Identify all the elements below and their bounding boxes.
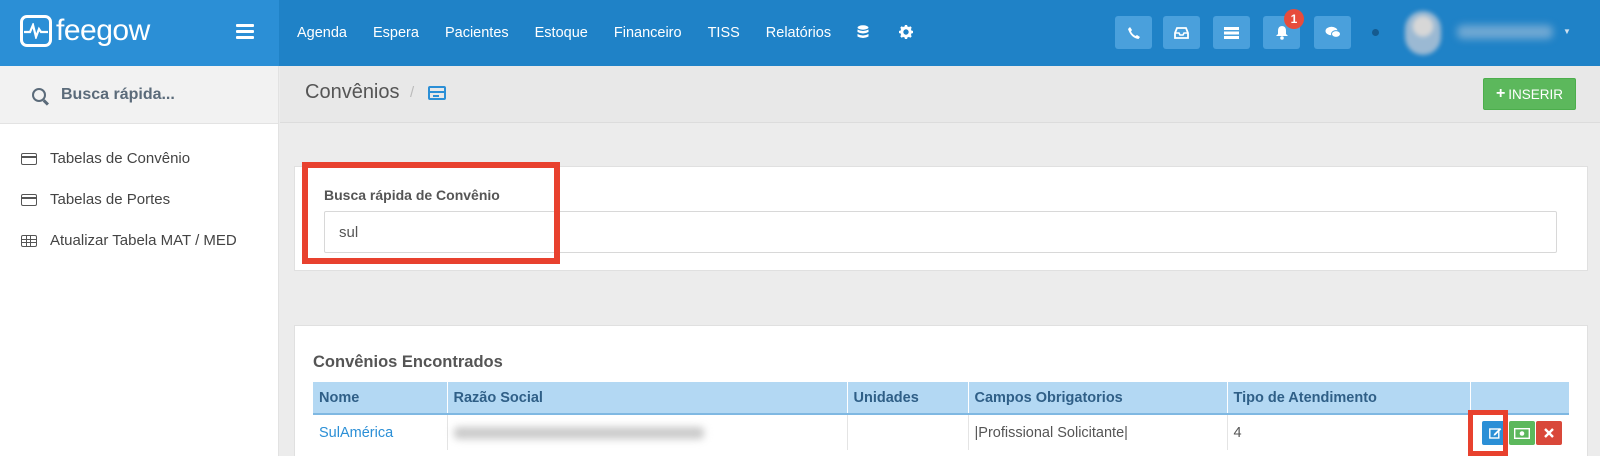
notifications-button[interactable]: 1	[1263, 9, 1304, 49]
page-header: Convênios /	[280, 66, 1600, 123]
main-nav: Agenda Espera Pacientes Estoque Financei…	[297, 0, 943, 66]
list-button[interactable]	[1213, 16, 1250, 49]
chevron-down-icon: ▼	[1563, 27, 1571, 36]
breadcrumb-separator: /	[410, 84, 415, 101]
highlight-box	[1468, 410, 1508, 456]
credit-card-icon	[428, 86, 446, 100]
money-icon	[1513, 427, 1531, 439]
sidebar-item-atualizar-tabela[interactable]: Atualizar Tabela MAT / MED	[21, 232, 237, 249]
unidades-cell	[846, 414, 968, 450]
tipo-cell: 4	[1226, 414, 1470, 450]
column-header-tipo: Tipo de Atendimento	[1226, 382, 1470, 415]
nav-financeiro[interactable]: Financeiro	[614, 25, 682, 41]
logo-text: feegow	[56, 14, 150, 47]
status-dot	[1372, 29, 1379, 36]
search-icon	[32, 87, 46, 102]
credit-card-icon	[21, 193, 37, 206]
column-header-razao-social: Razão Social	[446, 382, 847, 415]
inbox-icon	[1174, 26, 1189, 39]
bell-icon	[1275, 26, 1288, 40]
nav-estoque[interactable]: Estoque	[535, 25, 588, 41]
plus-icon: +	[1495, 85, 1506, 102]
results-table: Nome Razão Social Unidades Campos Obriga…	[313, 382, 1569, 450]
avatar	[1405, 11, 1441, 55]
brand-area: feegow	[0, 0, 279, 66]
credit-card-icon	[21, 152, 37, 165]
chat-button[interactable]	[1314, 16, 1351, 49]
campos-cell: |Profissional Solicitante|	[967, 414, 1227, 450]
chat-icon	[1325, 26, 1341, 38]
sidebar-item-label: Tabelas de Convênio	[50, 150, 191, 167]
top-navbar: feegow Agenda Espera Pacientes Estoque F…	[0, 0, 1600, 66]
delete-button[interactable]	[1536, 420, 1562, 445]
column-header-campos: Campos Obrigatorios	[967, 382, 1227, 415]
phone-icon	[1127, 26, 1140, 39]
table-row: SulAmérica |Profissional Solicitante| 4	[313, 414, 1569, 450]
results-panel: Convênios Encontrados Nome Razão Social …	[294, 325, 1588, 456]
user-menu[interactable]: ▼	[1405, 11, 1575, 55]
nav-relatorios[interactable]: Relatórios	[766, 25, 831, 41]
nav-pacientes[interactable]: Pacientes	[445, 25, 509, 41]
nav-espera[interactable]: Espera	[373, 25, 419, 41]
nav-tiss[interactable]: TISS	[708, 25, 740, 41]
sidebar-item-tabelas-portes[interactable]: Tabelas de Portes	[21, 191, 170, 208]
column-header-unidades: Unidades	[846, 382, 968, 415]
sidebar-quick-search[interactable]: Busca rápida...	[0, 66, 278, 124]
heartbeat-icon	[20, 15, 52, 47]
inbox-button[interactable]	[1163, 16, 1200, 49]
phone-button[interactable]	[1115, 16, 1152, 49]
menu-toggle-icon[interactable]	[236, 24, 254, 39]
gear-icon[interactable]	[899, 24, 914, 42]
notification-badge: 1	[1284, 9, 1304, 29]
quick-search-placeholder: Busca rápida...	[61, 85, 175, 103]
convenio-name-link[interactable]: SulAmérica	[319, 425, 393, 441]
list-icon	[1224, 26, 1239, 39]
billing-button[interactable]	[1509, 420, 1535, 445]
page-title: Convênios	[305, 81, 400, 103]
close-icon	[1544, 428, 1554, 438]
username-blurred	[1457, 25, 1553, 39]
nav-agenda[interactable]: Agenda	[297, 25, 347, 41]
insert-button[interactable]: + INSERIR	[1483, 78, 1576, 110]
highlight-box	[302, 162, 560, 264]
sidebar-item-label: Atualizar Tabela MAT / MED	[50, 232, 237, 249]
column-header-nome: Nome	[313, 382, 447, 415]
razao-social-blurred	[453, 426, 704, 439]
table-header-row: Nome Razão Social Unidades Campos Obriga…	[313, 382, 1569, 415]
feegow-logo[interactable]: feegow	[20, 14, 150, 48]
database-icon[interactable]	[857, 24, 869, 42]
sidebar-item-tabelas-convenio[interactable]: Tabelas de Convênio	[21, 150, 190, 167]
table-icon	[21, 234, 37, 247]
sidebar: Busca rápida... Tabelas de Convênio Tabe…	[0, 66, 279, 456]
insert-button-label: INSERIR	[1508, 86, 1564, 102]
results-title: Convênios Encontrados	[313, 353, 503, 371]
sidebar-item-label: Tabelas de Portes	[50, 191, 171, 208]
